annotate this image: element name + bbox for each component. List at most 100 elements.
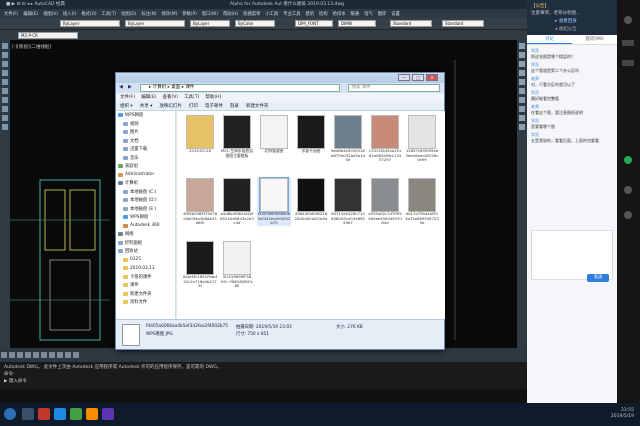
send-button[interactable]: 发送	[587, 274, 609, 282]
back-icon[interactable]: ◀	[119, 84, 123, 90]
scale-tool-icon[interactable]	[519, 106, 525, 112]
copy-tool-icon[interactable]	[519, 52, 525, 58]
nav-item[interactable]: 图片	[116, 128, 175, 137]
cad-menu-item[interactable]: 图库	[376, 11, 389, 17]
layer-combo[interactable]: M2-P-CR	[18, 31, 78, 39]
nav-item[interactable]: 2019.03.13	[116, 264, 175, 273]
move-tool-icon[interactable]	[519, 88, 525, 94]
text-tool-icon[interactable]	[2, 97, 8, 103]
circle-tool-icon[interactable]	[2, 61, 8, 67]
nav-item[interactable]: 回收站	[116, 247, 175, 256]
file-tile[interactable]: 5U1Q9699IF58K%~NMG6IJ9D%6E	[220, 241, 254, 289]
block-tool-icon[interactable]	[2, 106, 8, 112]
forward-icon[interactable]: ▶	[128, 84, 132, 90]
polyline-tool-icon[interactable]	[2, 52, 8, 58]
table-tool-icon[interactable]	[2, 124, 8, 130]
viewport-label[interactable]: [-][俯视][二维线框]	[12, 44, 51, 50]
mleaderstyle-combo[interactable]: Standard	[442, 19, 484, 27]
explorer-menu-item[interactable]: 帮助(H)	[205, 94, 221, 100]
cad-quick-access[interactable]: ■ ▶ ⊟ ⊡ ◂ ▸ AutoCAD 经典	[6, 2, 65, 7]
file-tile[interactable]: M01-空调水管底层图纸主要楼板	[220, 115, 254, 163]
offset-tool-icon[interactable]	[519, 70, 525, 76]
file-tile[interactable]: 49640f5d0f0D1b2840d92d2f1b5a	[294, 178, 328, 226]
file-tile[interactable]: 北侧管道图	[257, 115, 291, 163]
nav-item[interactable]: WPS网盘	[116, 213, 175, 222]
file-tile[interactable]: 12857c8f3009ea3ee0dbecd0226c0e99	[405, 115, 439, 163]
cad-menu-item[interactable]: 格式(O)	[79, 11, 98, 17]
taskbar-app-icon[interactable]	[86, 408, 98, 420]
dyn-icon[interactable]	[57, 352, 63, 358]
nav-item[interactable]: 0325	[116, 256, 175, 265]
nav-item[interactable]: 卡筏的课件	[116, 273, 175, 282]
textstyle-combo[interactable]: DIM_FONT	[295, 19, 333, 27]
nav-item[interactable]: 迅雷下载	[116, 145, 175, 154]
cad-menu-item[interactable]: 编辑(E)	[21, 11, 40, 17]
cad-menu-item[interactable]: 快捷菜单	[241, 11, 262, 17]
nav-item[interactable]: Autodesk 360	[116, 222, 175, 231]
tab-discussion[interactable]: 讨论	[527, 35, 572, 44]
cad-menu-item[interactable]: 建筑	[303, 11, 316, 17]
cad-menu-item[interactable]: 专业工具	[281, 11, 302, 17]
file-tile[interactable]: b4d6b4f9b34f40f85244d5843e2b3c4d	[220, 178, 254, 226]
dimstyle-combo[interactable]: DIMN	[338, 19, 376, 27]
cad-menu-item[interactable]: 修改(M)	[160, 11, 180, 17]
arc-tool-icon[interactable]	[2, 70, 8, 76]
file-tile[interactable]: fb4e5fc1691f9abf22c2e726a0b2175f	[183, 241, 217, 289]
taskbar-autocad-icon[interactable]	[38, 408, 50, 420]
hatch-tool-icon[interactable]	[2, 88, 8, 94]
file-tile[interactable]: de17a795a4af514b72a6895567235b	[405, 178, 439, 226]
trim-tool-icon[interactable]	[519, 115, 525, 121]
model-icon[interactable]	[73, 352, 79, 358]
file-tile[interactable]: f4405a6066aa4b5ef342fea2f4002b75	[257, 177, 291, 226]
file-tile[interactable]: 85315e0426c7138080091e03e89559d7	[331, 178, 365, 226]
cad-menu-item[interactable]: 小工具	[263, 11, 280, 17]
array-tool-icon[interactable]	[519, 79, 525, 85]
nav-item[interactable]: 文档	[116, 137, 175, 146]
extend-tool-icon[interactable]	[519, 124, 525, 130]
cad-menu-item[interactable]: 帮助(H)	[221, 11, 240, 17]
nav-item[interactable]: 资料文件	[116, 298, 175, 307]
explorer-command-button[interactable]: 新建文件夹	[246, 103, 269, 109]
explorer-command-button[interactable]: 打印	[189, 103, 198, 109]
taskbar-app-icon[interactable]	[102, 408, 114, 420]
minimize-button[interactable]: —	[398, 74, 410, 81]
nav-item[interactable]: 课件	[116, 281, 175, 290]
rectangle-tool-icon[interactable]	[2, 79, 8, 85]
linetype-combo[interactable]: ByLayer	[125, 19, 185, 27]
collapse-announcement-button[interactable]: ◂ 收起公告	[555, 26, 577, 32]
line-tool-icon[interactable]	[2, 43, 8, 49]
cad-menu-item[interactable]: 工具(T)	[100, 11, 119, 17]
color-combo[interactable]: ByLayer	[60, 19, 120, 27]
replay-button[interactable]: ▸ 收看回放	[555, 18, 577, 24]
taskbar-explorer-icon[interactable]	[22, 408, 34, 420]
lweight-icon[interactable]	[65, 352, 71, 358]
explorer-command-button[interactable]: 刻录	[230, 103, 239, 109]
explorer-menu-item[interactable]: 文件(F)	[120, 94, 135, 100]
taskbar-wechat-icon[interactable]	[70, 408, 82, 420]
erase-tool-icon[interactable]	[519, 43, 525, 49]
cad-menu-item[interactable]: 窗口(W)	[200, 11, 220, 17]
lineweight-combo[interactable]: ByLayer	[190, 19, 230, 27]
cad-menu-item[interactable]: 文件(F)	[2, 11, 20, 17]
nav-item[interactable]: 本地磁盘 (C:)	[116, 188, 175, 197]
nav-item[interactable]: WPS网盘	[116, 111, 175, 120]
nav-item[interactable]: 视频	[116, 120, 175, 129]
nav-item[interactable]: Administrator	[116, 171, 175, 180]
ortho-icon[interactable]	[17, 352, 23, 358]
start-button[interactable]	[4, 408, 16, 420]
nav-item[interactable]: 网络	[116, 230, 175, 239]
polar-icon[interactable]	[25, 352, 31, 358]
snap-icon[interactable]	[1, 352, 7, 358]
chat-input[interactable]	[531, 230, 613, 280]
osnap-icon[interactable]	[33, 352, 39, 358]
explorer-command-button[interactable]: 放映幻灯片	[159, 103, 182, 109]
grid-icon[interactable]	[9, 352, 15, 358]
cad-menu-item[interactable]: 绘图(D)	[119, 11, 138, 17]
file-tile[interactable]: 2019.05.28	[183, 115, 217, 163]
cad-menu-item[interactable]: 视图(V)	[41, 11, 60, 17]
ducs-icon[interactable]	[49, 352, 55, 358]
tablestyle-combo[interactable]: Standard	[390, 19, 432, 27]
cad-menu-item[interactable]: 参数(P)	[180, 11, 199, 17]
explorer-command-button[interactable]: 电子邮件	[205, 103, 223, 109]
tab-questions[interactable]: 提问(99)	[572, 35, 617, 44]
